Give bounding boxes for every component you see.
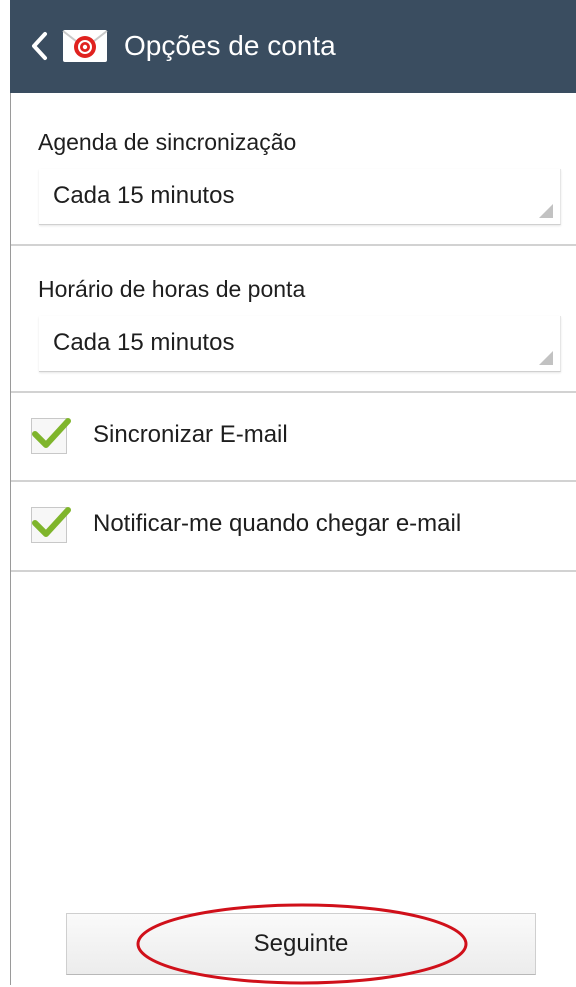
sync-schedule-spinner[interactable]: Cada 15 minutos bbox=[39, 169, 561, 225]
divider bbox=[11, 570, 576, 572]
peak-schedule-label: Horário de horas de ponta bbox=[38, 276, 306, 302]
sync-email-row[interactable]: Sincronizar E-mail bbox=[11, 393, 576, 479]
peak-schedule-value: Cada 15 minutos bbox=[53, 329, 235, 356]
dropdown-corner-icon bbox=[539, 204, 553, 218]
sync-schedule-label: Agenda de sincronização bbox=[38, 129, 297, 155]
next-button[interactable]: Seguinte bbox=[66, 913, 536, 975]
back-arrow-icon[interactable] bbox=[28, 31, 52, 61]
email-app-icon[interactable] bbox=[61, 27, 109, 65]
notify-email-row[interactable]: Notificar-me quando chegar e-mail bbox=[11, 482, 576, 568]
checkmark-icon bbox=[32, 507, 71, 537]
sync-email-checkbox[interactable] bbox=[31, 418, 71, 454]
notify-email-label: Notificar-me quando chegar e-mail bbox=[93, 510, 462, 537]
action-bar: Opções de conta bbox=[10, 0, 576, 93]
sync-schedule-value: Cada 15 minutos bbox=[53, 182, 235, 209]
checkmark-icon bbox=[32, 418, 71, 448]
divider bbox=[11, 244, 576, 246]
next-button-label: Seguinte bbox=[253, 930, 349, 957]
page-title: Opções de conta bbox=[124, 30, 336, 61]
notify-email-checkbox[interactable] bbox=[31, 507, 71, 543]
peak-schedule-spinner[interactable]: Cada 15 minutos bbox=[39, 316, 561, 372]
dropdown-corner-icon bbox=[539, 351, 553, 365]
sync-email-label: Sincronizar E-mail bbox=[93, 421, 288, 448]
